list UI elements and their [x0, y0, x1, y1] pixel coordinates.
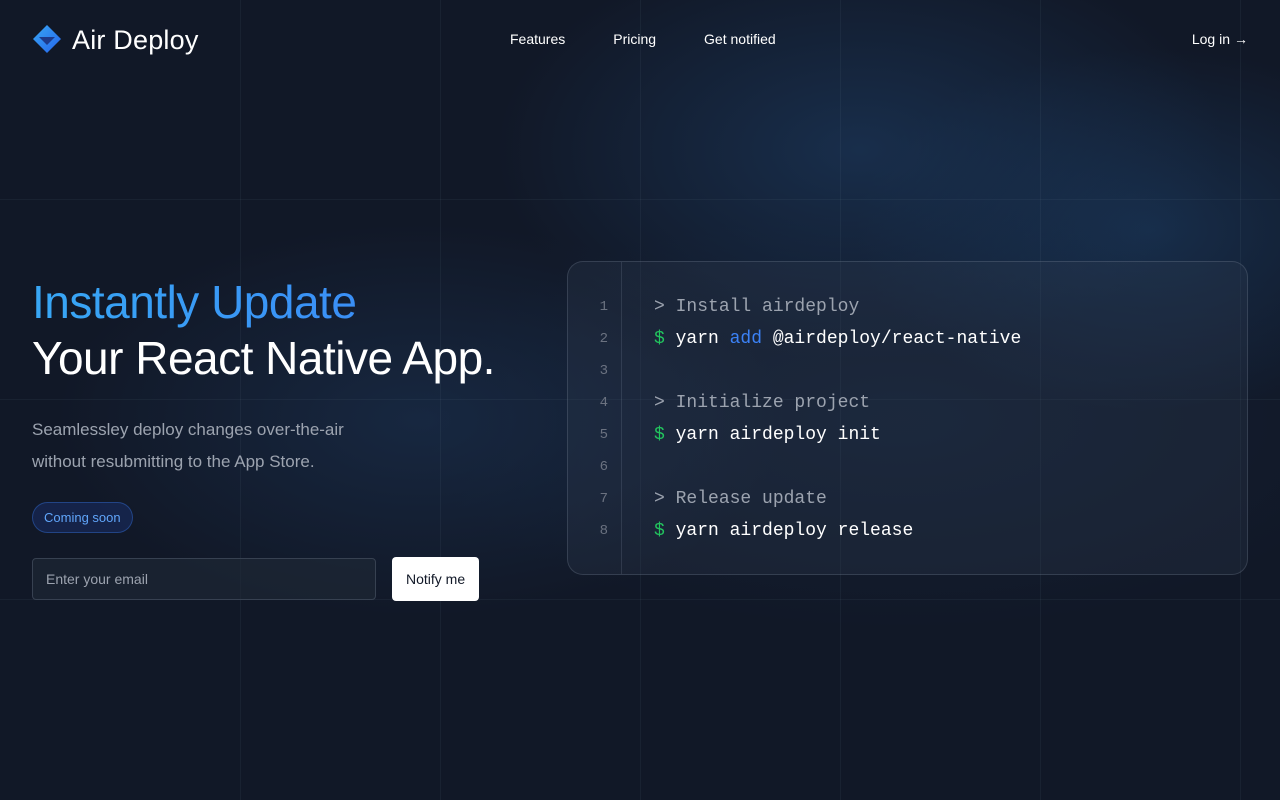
code-command-arg: @airdeploy/react-native — [762, 329, 1022, 349]
code-line: 1 > Install airdeploy — [568, 291, 1247, 323]
shell-prompt: $ — [654, 521, 676, 541]
top-header: Air Deploy Features Pricing Get notified… — [0, 0, 1280, 80]
code-command: yarn — [675, 329, 730, 349]
code-lines: 1 > Install airdeploy 2 $ yarn add @aird… — [568, 291, 1247, 547]
email-input[interactable] — [32, 558, 376, 600]
code-line: 8 $ yarn airdeploy release — [568, 515, 1247, 547]
code-block: 1 > Install airdeploy 2 $ yarn add @aird… — [567, 261, 1248, 575]
line-number: 1 — [599, 299, 608, 315]
nav-features-link[interactable]: Features — [510, 31, 565, 47]
shell-prompt: $ — [654, 425, 676, 445]
line-number: 7 — [599, 491, 608, 507]
hero-title-line1: Instantly Update — [32, 274, 532, 330]
notify-button[interactable]: Notify me — [392, 557, 480, 601]
code-command: yarn airdeploy init — [675, 425, 881, 445]
hero-title-line2: Your React Native App. — [32, 332, 495, 384]
code-keyword: add — [729, 329, 763, 349]
line-number: 5 — [599, 427, 608, 443]
comment-prompt: > — [654, 297, 676, 317]
login-label: Log in — [1191, 31, 1230, 47]
code-line: 5 $ yarn airdeploy init — [568, 419, 1247, 451]
code-comment: Initialize project — [675, 393, 871, 413]
code-line: 6 — [568, 451, 1247, 483]
login-link[interactable]: Log in → — [1192, 31, 1248, 47]
nav-get-notified-link[interactable]: Get notified — [704, 31, 776, 47]
line-number: 4 — [599, 395, 608, 411]
code-line: 4 > Initialize project — [568, 387, 1247, 419]
logo-icon — [33, 25, 61, 53]
logo[interactable]: Air Deploy — [32, 24, 199, 56]
code-line: 3 — [568, 355, 1247, 387]
comment-prompt: > — [654, 489, 676, 509]
hero-subtitle: Seamlessley deploy changes over-the-air … — [32, 420, 344, 471]
line-number: 6 — [599, 459, 608, 475]
shell-prompt: $ — [654, 329, 676, 349]
code-comment: Install airdeploy — [675, 297, 860, 317]
line-number: 8 — [599, 523, 608, 539]
coming-soon-badge: Coming soon — [32, 502, 133, 533]
notify-form: Notify me — [32, 557, 532, 601]
brand-name: Air Deploy — [72, 24, 199, 55]
comment-prompt: > — [654, 393, 676, 413]
line-number: 2 — [599, 331, 608, 347]
code-command: yarn airdeploy release — [675, 521, 914, 541]
nav-pricing-link[interactable]: Pricing — [613, 31, 656, 47]
line-number: 3 — [599, 363, 608, 379]
code-line: 2 $ yarn add @airdeploy/react-native — [568, 323, 1247, 355]
code-comment: Release update — [675, 489, 827, 509]
arrow-right-icon: → — [1234, 31, 1248, 47]
main-nav: Features Pricing Get notified — [510, 31, 776, 47]
hero-section: Instantly Update Your React Native App. … — [32, 274, 532, 601]
code-line: 7 > Release update — [568, 483, 1247, 515]
